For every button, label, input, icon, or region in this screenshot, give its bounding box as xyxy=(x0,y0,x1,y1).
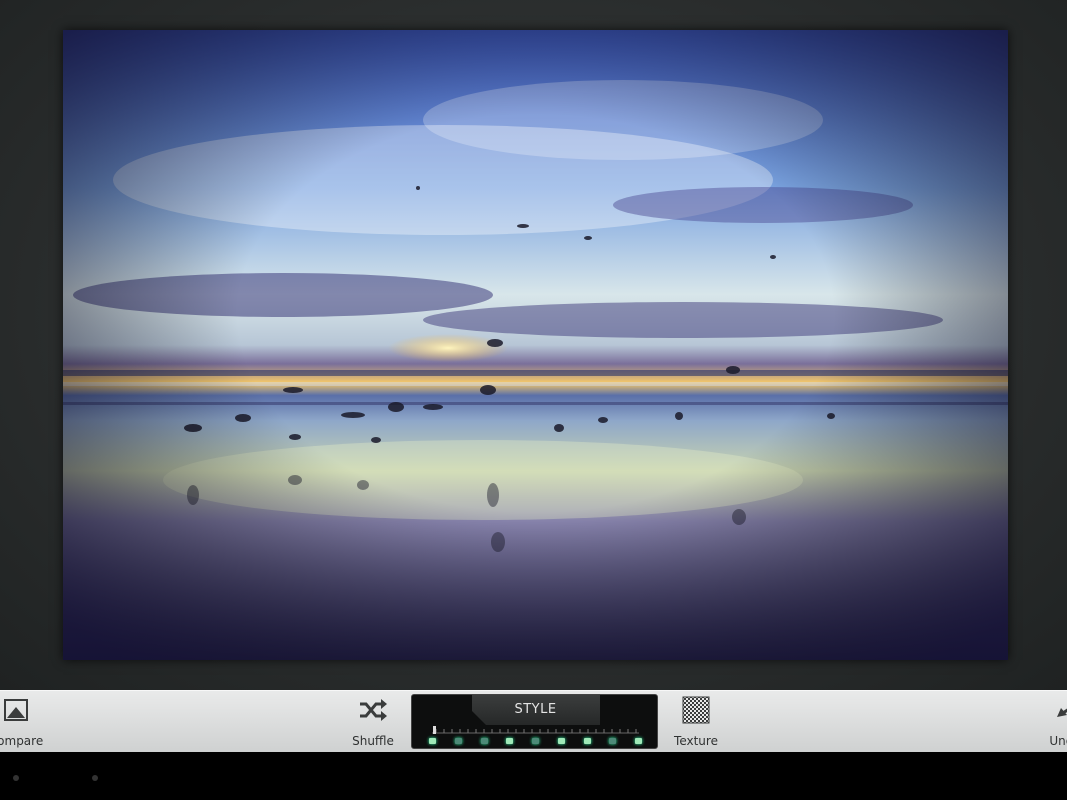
style-dot[interactable] xyxy=(429,738,436,744)
shuffle-button[interactable]: Shuffle xyxy=(346,695,400,751)
shuffle-icon xyxy=(358,695,388,725)
shuffle-label: Shuffle xyxy=(352,734,394,748)
undo-button[interactable]: Undo xyxy=(1040,695,1067,751)
style-dot[interactable] xyxy=(635,738,642,744)
texture-button[interactable]: Texture xyxy=(668,695,724,751)
canvas-area xyxy=(0,0,1067,690)
bottom-toolbar: Compare Shuffle STYLE xyxy=(0,690,1067,752)
checkerboard-icon xyxy=(681,695,711,725)
compare-button[interactable]: Compare xyxy=(0,695,46,751)
system-nav-bar xyxy=(0,752,1067,800)
style-selector[interactable]: STYLE xyxy=(411,694,658,749)
image-compare-icon xyxy=(1,695,31,725)
beach-sunset-image xyxy=(63,30,1008,660)
nav-indicator-dot xyxy=(13,775,19,781)
style-ruler[interactable] xyxy=(432,726,639,734)
style-dot[interactable] xyxy=(506,738,514,744)
style-dot[interactable] xyxy=(454,738,462,744)
style-dot[interactable] xyxy=(609,738,617,744)
undo-label: Undo xyxy=(1049,734,1067,748)
style-dot[interactable] xyxy=(583,738,591,744)
style-title: STYLE xyxy=(514,702,557,717)
compare-label: Compare xyxy=(0,734,44,748)
nav-indicator-dot xyxy=(92,775,98,781)
style-dot[interactable] xyxy=(480,738,488,744)
style-dots xyxy=(429,738,642,746)
style-slider-handle xyxy=(433,726,436,734)
texture-label: Texture xyxy=(674,734,718,748)
edited-photo[interactable] xyxy=(63,30,1008,660)
style-dot[interactable] xyxy=(557,738,565,744)
undo-arrow-icon xyxy=(1050,695,1067,725)
style-dot[interactable] xyxy=(532,738,539,744)
